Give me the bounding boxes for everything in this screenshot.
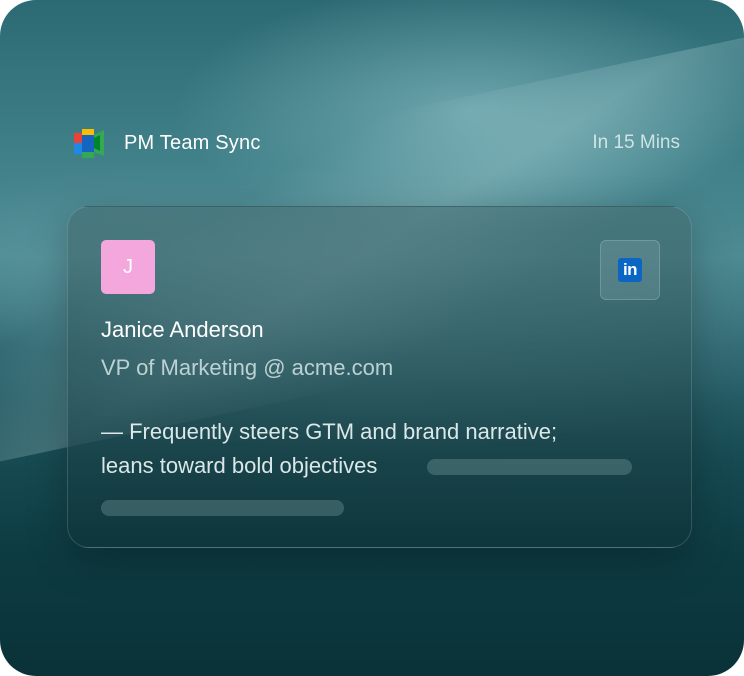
person-note-line-1: — Frequently steers GTM and brand narrat… [101,419,558,444]
loading-skeleton-line [101,500,344,516]
linkedin-button[interactable]: in [600,240,660,300]
loading-skeleton-line [427,459,632,475]
meeting-time: In 15 Mins [592,132,680,153]
background-panel: PM Team Sync In 15 Mins J in Janice Ande… [0,0,744,676]
person-card: J in Janice Anderson VP of Marketing @ a… [67,206,692,548]
google-meet-icon [74,126,108,160]
person-name: Janice Anderson [101,317,264,342]
linkedin-icon: in [618,258,642,282]
avatar: J [101,240,155,294]
meeting-title: PM Team Sync [124,131,261,154]
person-role: VP of Marketing @ acme.com [101,355,394,380]
meeting-header: PM Team Sync In 15 Mins [74,126,680,160]
